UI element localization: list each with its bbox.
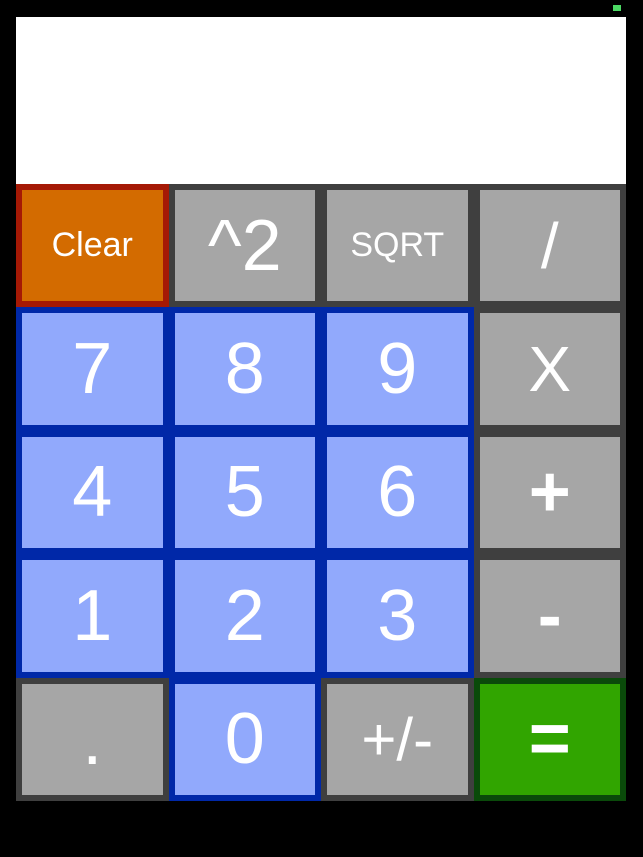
digit-5-button[interactable]: 5 bbox=[168, 430, 321, 555]
square-button[interactable]: ^2 bbox=[168, 184, 321, 308]
digit-6-button[interactable]: 6 bbox=[321, 430, 474, 555]
digit-4-button[interactable]: 4 bbox=[16, 430, 169, 555]
status-indicator bbox=[613, 5, 621, 11]
calculator-display bbox=[16, 17, 626, 184]
digit-3-button[interactable]: 3 bbox=[321, 554, 474, 678]
digit-2-button[interactable]: 2 bbox=[168, 554, 321, 678]
digit-0-button[interactable]: 0 bbox=[168, 677, 321, 801]
add-button[interactable]: + bbox=[473, 430, 626, 555]
divide-button[interactable]: / bbox=[473, 184, 626, 308]
clear-button[interactable]: Clear bbox=[16, 184, 169, 308]
digit-7-button[interactable]: 7 bbox=[16, 307, 169, 431]
digit-1-button[interactable]: 1 bbox=[16, 554, 169, 678]
digit-9-button[interactable]: 9 bbox=[321, 307, 474, 431]
negate-button[interactable]: +/- bbox=[321, 677, 474, 801]
digit-8-button[interactable]: 8 bbox=[168, 307, 321, 431]
keypad: Clear ^2 SQRT / 7 8 9 X 4 5 6 + 1 2 3 - … bbox=[16, 184, 626, 801]
decimal-button[interactable]: . bbox=[16, 677, 169, 801]
equals-button[interactable]: = bbox=[473, 677, 626, 801]
sqrt-button[interactable]: SQRT bbox=[321, 184, 474, 308]
subtract-button[interactable]: - bbox=[473, 554, 626, 678]
multiply-button[interactable]: X bbox=[473, 307, 626, 431]
